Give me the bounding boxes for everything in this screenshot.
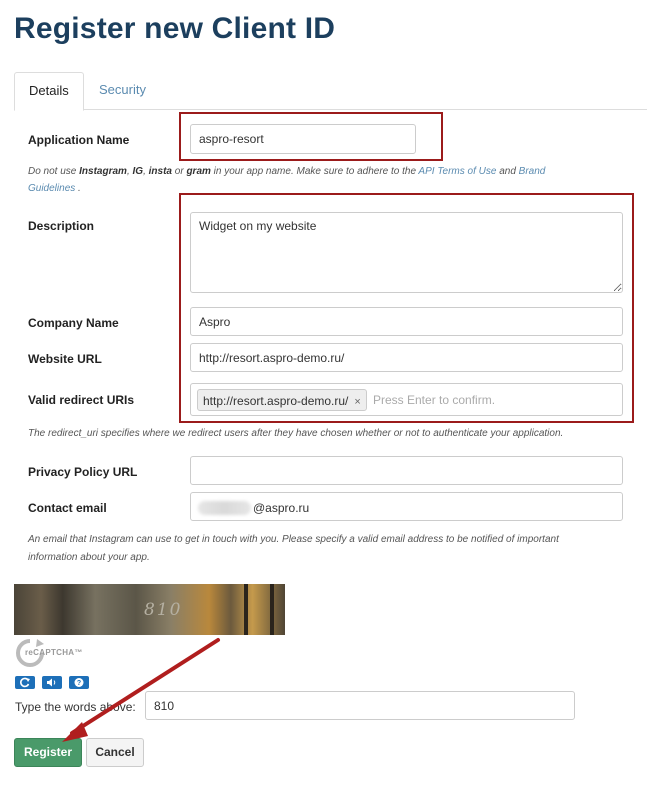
audio-icon bbox=[47, 678, 56, 687]
captcha-image: 810 bbox=[14, 584, 285, 635]
description-label: Description bbox=[28, 219, 95, 233]
redirect-hint: The redirect_uri specifies where we redi… bbox=[28, 428, 564, 439]
api-terms-link[interactable]: API Terms of Use bbox=[418, 166, 496, 177]
privacy-policy-input[interactable] bbox=[190, 456, 623, 485]
captcha-audio-button[interactable] bbox=[42, 676, 62, 689]
description-textarea[interactable]: Widget on my website bbox=[190, 212, 623, 293]
captcha-image-word: 810 bbox=[144, 600, 183, 620]
email-hint-line2: information about your app. bbox=[28, 552, 150, 563]
redirect-uris-placeholder: Press Enter to confirm. bbox=[373, 393, 496, 407]
captcha-prompt: Type the words above: bbox=[15, 700, 136, 714]
company-name-label: Company Name bbox=[28, 316, 119, 330]
brand-guidelines-link[interactable]: Brand bbox=[519, 166, 546, 177]
brand-guidelines-link-cont[interactable]: Guidelines bbox=[28, 183, 75, 194]
recaptcha-brand: reCAPTCHA™ bbox=[25, 648, 83, 657]
website-url-input[interactable] bbox=[190, 343, 623, 372]
redirect-uri-tag-text: http://resort.aspro-demo.ru/ bbox=[203, 394, 349, 408]
email-hint-line1: An email that Instagram can use to get i… bbox=[28, 534, 559, 545]
svg-text:?: ? bbox=[77, 680, 81, 687]
app-name-hint: Do not use Instagram, IG, insta or gram … bbox=[28, 166, 546, 194]
tab-bar: Details Security bbox=[14, 72, 647, 111]
privacy-policy-label: Privacy Policy URL bbox=[28, 465, 138, 479]
refresh-icon bbox=[20, 677, 30, 688]
company-name-input[interactable] bbox=[190, 307, 623, 336]
help-icon: ? bbox=[74, 678, 84, 687]
redirect-uris-label: Valid redirect URIs bbox=[28, 393, 135, 407]
tab-details[interactable]: Details bbox=[14, 72, 84, 111]
page-title: Register new Client ID bbox=[14, 12, 336, 45]
captcha-refresh-button[interactable] bbox=[15, 676, 35, 689]
captcha-help-button[interactable]: ? bbox=[69, 676, 89, 689]
register-button[interactable]: Register bbox=[14, 738, 82, 767]
contact-email-domain: @aspro.ru bbox=[253, 501, 310, 515]
application-name-input[interactable] bbox=[190, 124, 416, 154]
email-redacted bbox=[198, 501, 251, 515]
tab-security[interactable]: Security bbox=[85, 72, 160, 108]
cancel-button[interactable]: Cancel bbox=[86, 738, 144, 767]
application-name-label: Application Name bbox=[28, 133, 130, 147]
remove-tag-icon[interactable]: × bbox=[354, 396, 360, 408]
website-url-label: Website URL bbox=[28, 352, 102, 366]
contact-email-label: Contact email bbox=[28, 501, 107, 515]
captcha-answer-input[interactable] bbox=[145, 691, 575, 720]
redirect-uri-tag: http://resort.aspro-demo.ru/ × bbox=[197, 389, 367, 411]
